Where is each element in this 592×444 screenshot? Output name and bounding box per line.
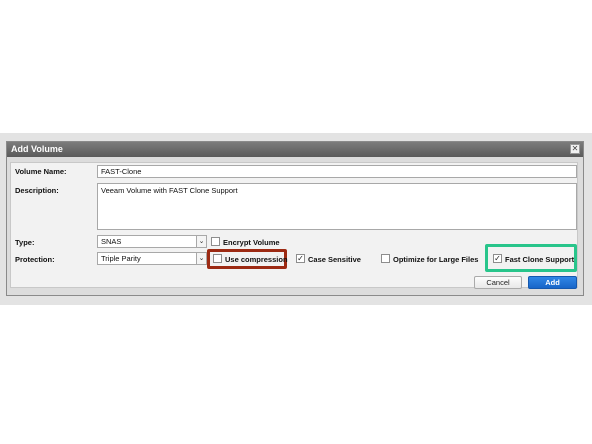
add-button[interactable]: Add — [528, 276, 577, 289]
optimize-large-files-checkbox[interactable] — [381, 254, 390, 263]
fast-clone-support-label: Fast Clone Support — [505, 255, 575, 264]
type-select-value: SNAS — [101, 237, 122, 246]
fast-clone-support-checkbox[interactable] — [493, 254, 502, 263]
chevron-down-icon[interactable]: ⌄ — [196, 253, 206, 264]
chevron-down-icon[interactable]: ⌄ — [196, 236, 206, 247]
volume-name-input[interactable]: FAST-Clone — [97, 165, 577, 178]
optimize-large-files-label: Optimize for Large Files — [393, 255, 479, 264]
dialog-title: Add Volume — [11, 144, 63, 154]
encrypt-volume-checkbox[interactable] — [211, 237, 220, 246]
case-sensitive-checkbox[interactable] — [296, 254, 305, 263]
protection-label: Protection: — [15, 255, 55, 264]
use-compression-label: Use compression — [225, 255, 288, 264]
close-icon[interactable]: ✕ — [570, 144, 580, 154]
dialog-titlebar: Add Volume ✕ — [7, 142, 583, 157]
description-textarea[interactable]: Veeam Volume with FAST Clone Support — [97, 183, 577, 230]
volume-name-label: Volume Name: — [15, 167, 67, 176]
description-label: Description: — [15, 186, 59, 195]
protection-select[interactable]: Triple Parity ⌄ — [97, 252, 207, 265]
type-label: Type: — [15, 238, 35, 247]
case-sensitive-label: Case Sensitive — [308, 255, 361, 264]
protection-select-value: Triple Parity — [101, 254, 141, 263]
use-compression-checkbox[interactable] — [213, 254, 222, 263]
add-volume-dialog: Add Volume ✕ Volume Name: FAST-Clone Des… — [6, 141, 584, 296]
encrypt-volume-label: Encrypt Volume — [223, 238, 280, 247]
type-select[interactable]: SNAS ⌄ — [97, 235, 207, 248]
form-panel: Volume Name: FAST-Clone Description: Vee… — [10, 162, 578, 289]
cancel-button[interactable]: Cancel — [474, 276, 522, 289]
